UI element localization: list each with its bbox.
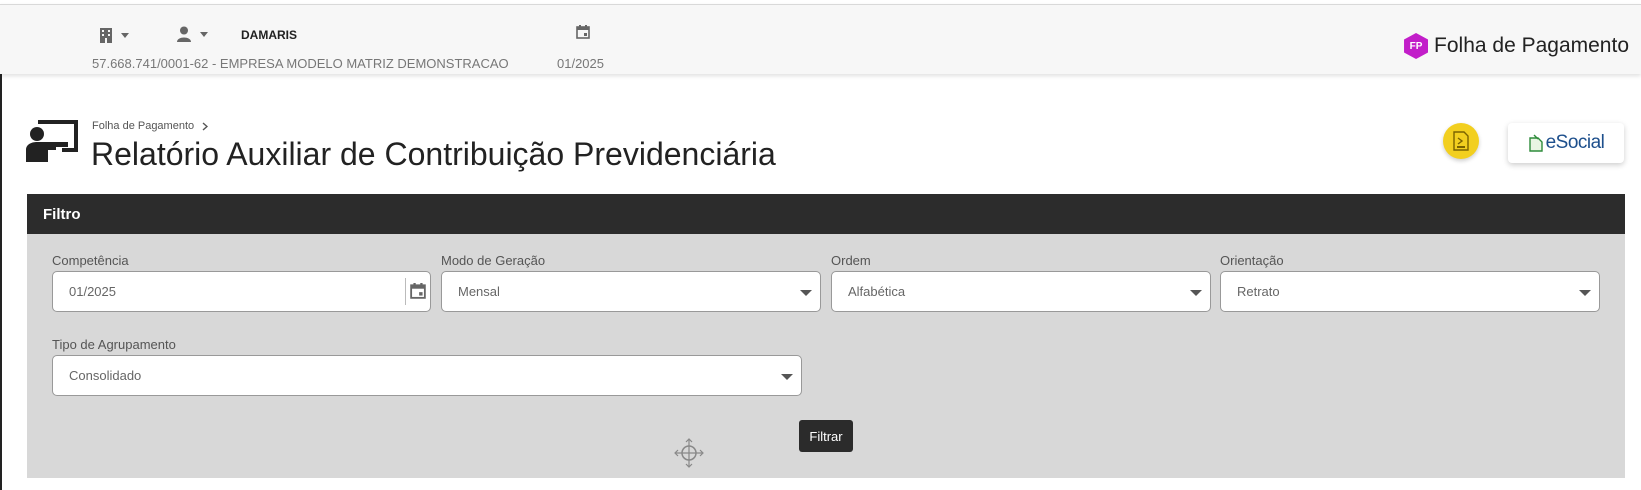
esocial-button[interactable]: eSocial [1508, 123, 1624, 163]
competencia-field: Competência 01/2025 [52, 253, 431, 312]
field-value: 01/2025 [69, 284, 116, 299]
competence-date: 01/2025 [557, 56, 604, 71]
field-value: Consolidado [69, 368, 142, 383]
orientacao-field: Orientação Retrato [1220, 253, 1600, 312]
user-name: DAMARIS [241, 28, 297, 42]
field-value: Retrato [1237, 284, 1280, 299]
chevron-down-icon [781, 374, 793, 380]
top-bar: DAMARIS 57.668.741/0001-62 - EMPRESA MOD… [0, 4, 1641, 74]
field-label: Ordem [831, 253, 871, 268]
field-label: Modo de Geração [441, 253, 546, 268]
ordem-field: Ordem Alfabética [831, 253, 1211, 312]
chevron-down-icon [800, 290, 812, 296]
modo-geracao-field: Modo de Geração Mensal [441, 253, 821, 312]
chevron-down-icon [1579, 290, 1591, 296]
building-icon [100, 28, 112, 43]
competencia-input[interactable]: 01/2025 [52, 271, 431, 312]
brand-logo-icon: FP [1404, 33, 1429, 59]
breadcrumb: Folha de Pagamento [92, 120, 209, 132]
filter-title: Filtro [27, 194, 1625, 234]
esocial-label: eSocial [1545, 132, 1605, 153]
chevron-down-icon [1190, 290, 1202, 296]
chevron-down-icon [200, 31, 208, 37]
user-selector[interactable] [176, 26, 208, 42]
field-value: Alfabética [848, 284, 906, 299]
field-label: Tipo de Agrupamento [52, 337, 176, 352]
field-value: Mensal [458, 284, 500, 299]
page-title: Relatório Auxiliar de Contribuição Previ… [91, 136, 776, 172]
chevron-right-icon [202, 121, 209, 131]
modo-geracao-select[interactable]: Mensal [441, 271, 821, 312]
company-selector[interactable] [99, 27, 129, 43]
calendar-icon [576, 25, 590, 39]
tipo-agrupamento-select[interactable]: Consolidado [52, 355, 802, 396]
export-report-button[interactable] [1443, 123, 1479, 159]
field-label: Competência [52, 253, 129, 268]
orientacao-select[interactable]: Retrato [1220, 271, 1600, 312]
esocial-logo-icon [1528, 134, 1543, 152]
presentation-icon [26, 120, 78, 162]
tipo-agrupamento-field: Tipo de Agrupamento Consolidado [52, 337, 802, 396]
competence-selector[interactable] [576, 25, 590, 39]
field-label: Orientação [1220, 253, 1284, 268]
app-brand[interactable]: FP Folha de Pagamento [1404, 33, 1629, 59]
ordem-select[interactable]: Alfabética [831, 271, 1211, 312]
brand-name: Folha de Pagamento [1434, 34, 1629, 57]
left-divider [0, 74, 2, 490]
calendar-icon[interactable] [410, 283, 426, 299]
company-name: 57.668.741/0001-62 - EMPRESA MODELO MATR… [92, 56, 509, 71]
report-file-icon [1453, 131, 1469, 151]
breadcrumb-parent[interactable]: Folha de Pagamento [92, 120, 194, 132]
input-divider [405, 278, 406, 305]
user-icon [177, 26, 191, 42]
chevron-down-icon [121, 32, 129, 38]
filtrar-button[interactable]: Filtrar [799, 420, 853, 452]
move-cursor-icon [674, 438, 704, 468]
